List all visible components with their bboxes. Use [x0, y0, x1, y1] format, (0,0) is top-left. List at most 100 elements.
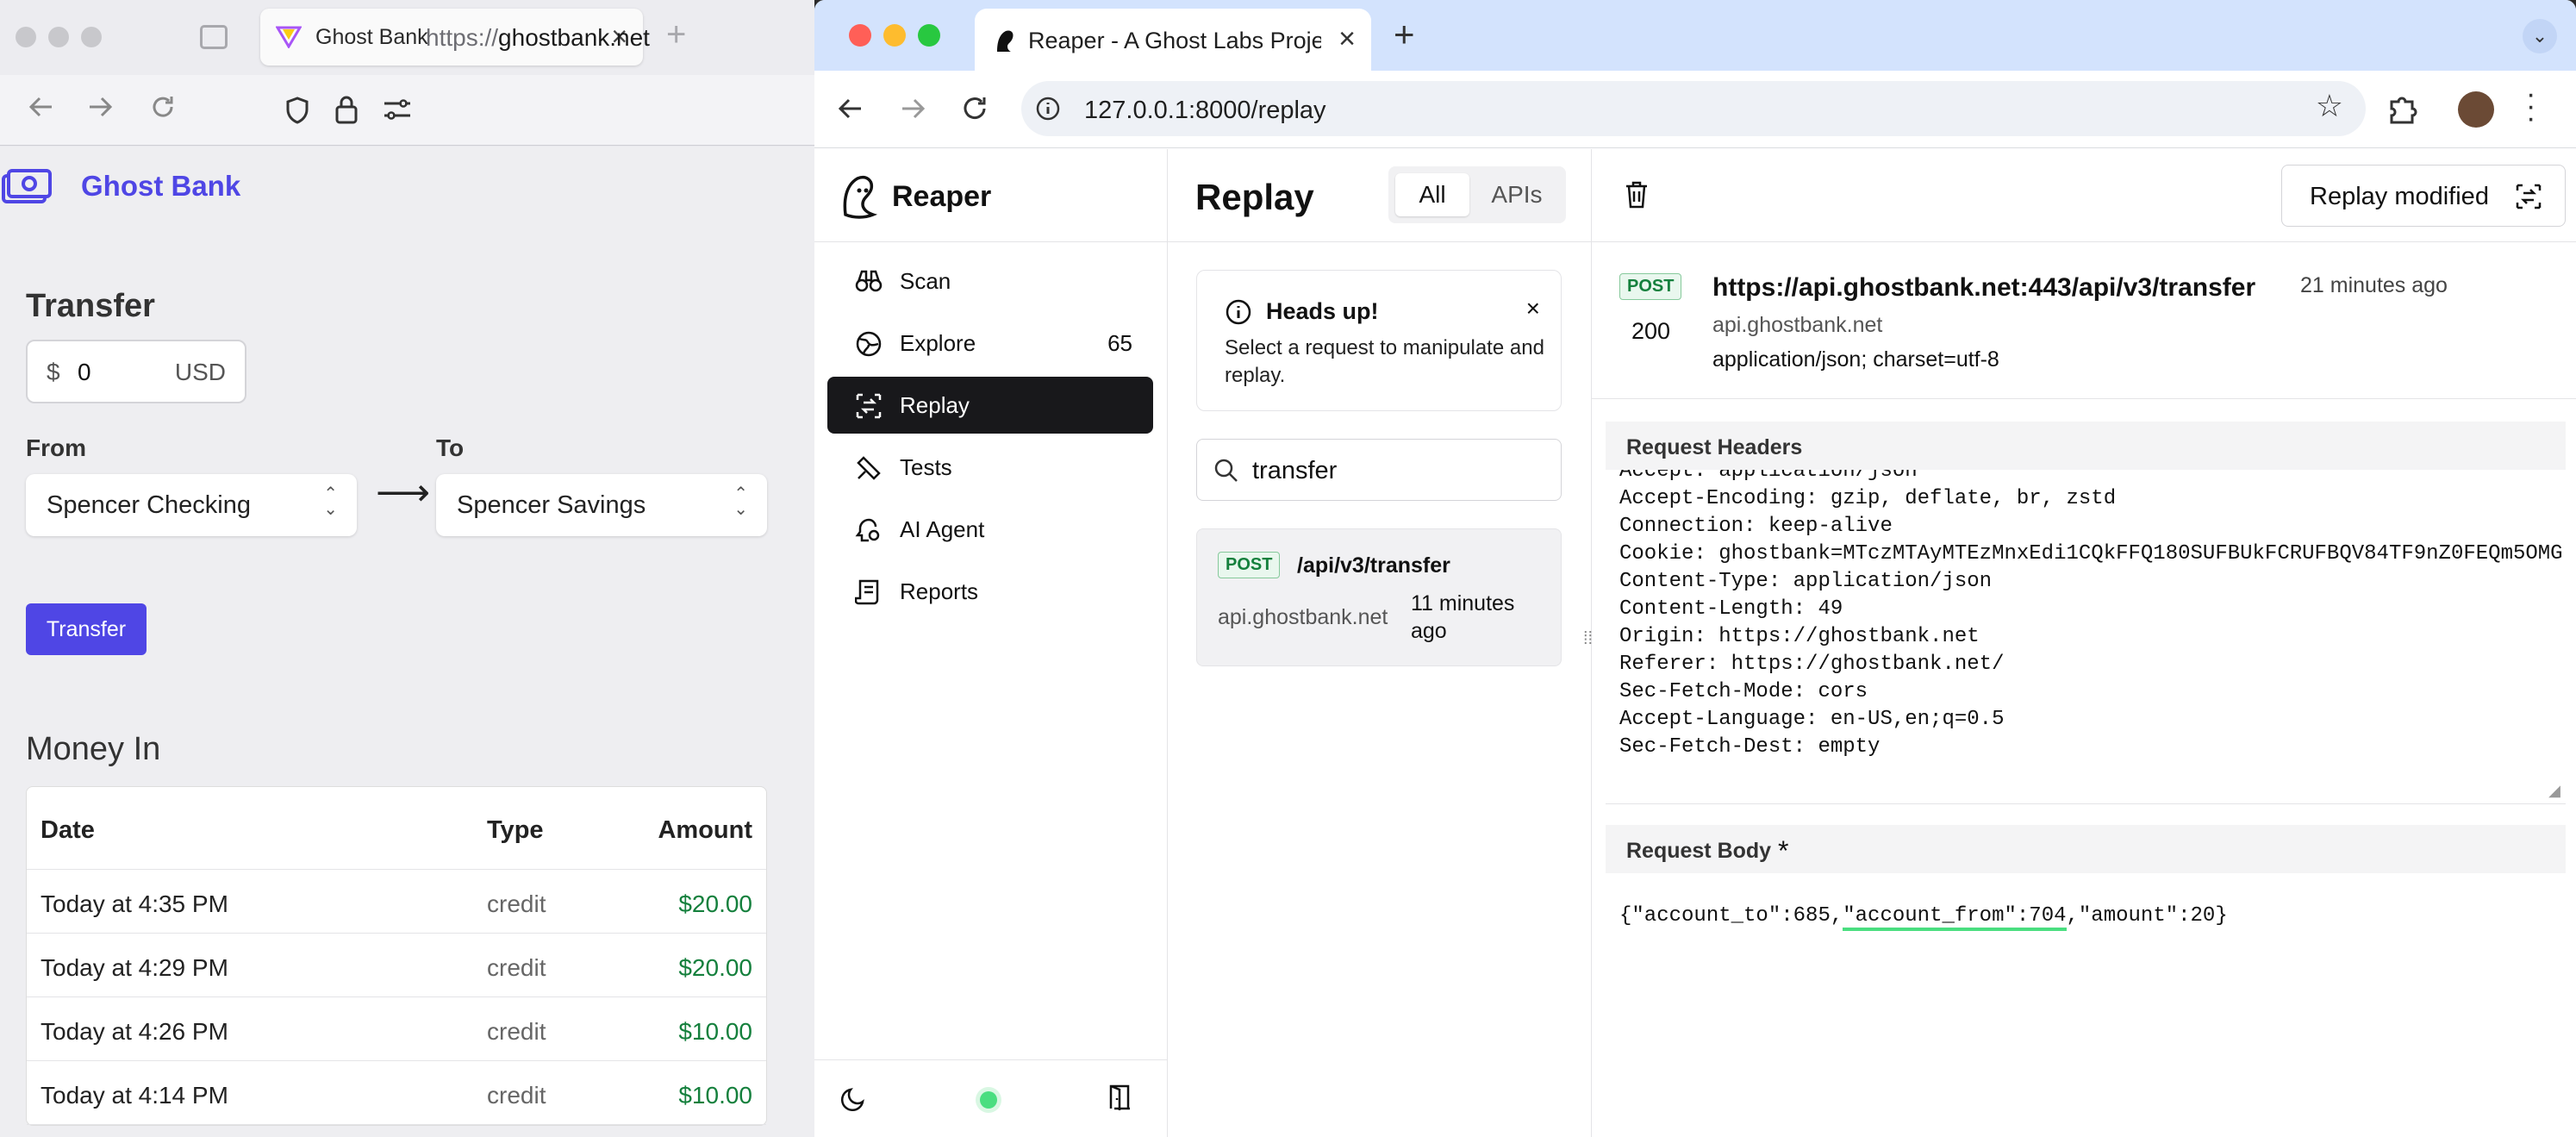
lock-icon[interactable]: [334, 94, 359, 125]
from-account-select[interactable]: Spencer Checking ⌃ ⌄: [26, 474, 357, 536]
request-path: /api/v3/transfer: [1297, 553, 1450, 578]
reload-icon[interactable]: [148, 92, 178, 122]
site-permissions-icon[interactable]: [383, 97, 412, 122]
info-icon: [1226, 299, 1251, 325]
request-headers-title: Request Headers: [1626, 435, 1803, 459]
tracking-shield-icon[interactable]: [284, 96, 310, 125]
to-label: To: [436, 434, 465, 461]
site-info-icon[interactable]: [1035, 96, 1061, 122]
table-row: Today at 4:14 PM credit $10.00: [27, 1061, 766, 1125]
request-list-item[interactable]: POST /api/v3/transfer api.ghostbank.net …: [1196, 528, 1562, 666]
row-type: credit: [487, 954, 546, 981]
left-url-field[interactable]: https://ghostbank.net: [426, 24, 650, 52]
forward-arrow-icon[interactable]: [86, 92, 115, 122]
tab-close-icon[interactable]: ×: [1338, 22, 1356, 56]
ai-agent-icon: [855, 518, 880, 542]
tab-reaper[interactable]: Reaper - A Ghost Labs Project ×: [975, 9, 1371, 71]
explore-count-badge: 65: [1107, 330, 1132, 356]
bookmark-star-icon[interactable]: ☆: [2316, 88, 2343, 124]
logout-door-icon[interactable]: [1106, 1083, 1133, 1112]
sidebar-item-reports[interactable]: Reports: [827, 563, 1153, 620]
filter-all-button[interactable]: All: [1395, 173, 1469, 216]
sidebar-item-ai-agent[interactable]: AI Agent: [827, 501, 1153, 558]
right-url-field[interactable]: 127.0.0.1:8000/replay ☆: [1021, 81, 2366, 136]
tests-icon: [857, 456, 881, 480]
alert-close-icon[interactable]: ×: [1526, 295, 1540, 322]
replay-header: Replay All APIs: [1168, 149, 1592, 242]
reload-icon[interactable]: [959, 93, 990, 124]
request-headers-header: Request Headers: [1606, 422, 2566, 470]
window-close-dot[interactable]: [16, 27, 36, 47]
row-type: credit: [487, 1018, 546, 1045]
select-chevron-icon: ⌃ ⌄: [733, 484, 748, 519]
dark-mode-moon-icon[interactable]: [840, 1084, 868, 1112]
row-amount: $10.00: [678, 1018, 752, 1045]
request-body-code: {"account_to":685,"account_from":704,"am…: [1619, 904, 2228, 931]
page-title: Replay: [1195, 177, 1314, 217]
forward-arrow-icon[interactable]: [897, 93, 928, 124]
sidebar-item-tests[interactable]: Tests: [827, 439, 1153, 496]
request-search-input[interactable]: transfer: [1196, 439, 1562, 501]
amount-value: 0: [78, 359, 91, 385]
reaper-brand[interactable]: Reaper: [892, 180, 991, 214]
row-date: Today at 4:29 PM: [41, 954, 228, 981]
new-tab-button[interactable]: +: [1394, 14, 1415, 55]
new-tab-button[interactable]: +: [666, 16, 686, 54]
to-account-value: Spencer Savings: [457, 491, 646, 519]
browser-menu-icon[interactable]: · · ·: [2526, 79, 2535, 133]
sidebar-item-replay[interactable]: Replay: [827, 377, 1153, 434]
window-minimize-dot[interactable]: [883, 24, 906, 47]
transfer-button[interactable]: Transfer: [26, 603, 147, 655]
amount-input[interactable]: $ 0 USD: [26, 340, 246, 403]
reaper-browser-window: Reaper - A Ghost Labs Project × + ⌄ 127.…: [814, 0, 2576, 1137]
profile-avatar[interactable]: [2458, 91, 2494, 128]
tab-title: Ghost Bank: [315, 25, 428, 49]
tab-overview-icon[interactable]: [200, 25, 228, 49]
window-zoom-dot[interactable]: [918, 24, 940, 47]
money-in-heading: Money In: [26, 731, 161, 767]
window-minimize-dot[interactable]: [48, 27, 69, 47]
table-row: Today at 4:26 PM credit $10.00: [27, 997, 766, 1061]
sidebar-item-label: Tests: [900, 454, 952, 480]
filter-apis-button[interactable]: APIs: [1475, 173, 1559, 216]
url-scheme: https://: [426, 24, 499, 51]
back-arrow-icon[interactable]: [835, 93, 866, 124]
to-account-select[interactable]: Spencer Savings ⌃ ⌄: [436, 474, 767, 536]
extensions-puzzle-icon[interactable]: [2385, 91, 2419, 126]
filter-segmented-control: All APIs: [1388, 166, 1566, 223]
col-type-header: Type: [487, 816, 544, 844]
trash-icon[interactable]: [1623, 180, 1650, 209]
table-row: Today at 4:29 PM credit $20.00: [27, 934, 766, 997]
modified-indicator: *: [1778, 835, 1789, 866]
sidebar-item-scan[interactable]: Scan: [827, 253, 1153, 309]
table-header-row: Date Type Amount: [27, 787, 766, 870]
from-account-value: Spencer Checking: [47, 491, 251, 519]
ghost-bank-browser-window: Ghost Bank × + https://ghostbank.net Gho…: [0, 0, 814, 1137]
select-chevron-icon: ⌃ ⌄: [323, 484, 338, 519]
sidebar-item-explore[interactable]: Explore 65: [827, 315, 1153, 372]
binoculars-icon: [855, 270, 883, 292]
table-row: Today at 4:35 PM credit $20.00: [27, 870, 766, 934]
transfer-direction-arrow-icon: ⟶: [376, 472, 431, 514]
replay-modified-button[interactable]: Replay modified: [2281, 165, 2566, 227]
textarea-resize-handle-icon[interactable]: ◢: [2548, 782, 2560, 800]
request-body-editor[interactable]: {"account_to":685,"account_from":704,"am…: [1606, 890, 2566, 1137]
back-arrow-icon[interactable]: [26, 92, 55, 122]
reports-icon: [855, 579, 879, 605]
request-host: api.ghostbank.net: [1218, 605, 1388, 629]
sidebar-item-label: Reports: [900, 578, 979, 604]
response-status-code: 200: [1631, 318, 1671, 344]
window-zoom-dot[interactable]: [81, 27, 102, 47]
header-line: Sec-Fetch-Dest: empty: [1619, 735, 1881, 759]
reaper-ghost-logo-icon: [843, 176, 878, 219]
sidebar-footer: [814, 1059, 1168, 1137]
ghost-bank-brand[interactable]: Ghost Bank: [81, 170, 240, 203]
body-segment-highlighted: "account_from":704: [1843, 904, 2067, 931]
window-close-dot[interactable]: [849, 24, 871, 47]
connection-status-dot: [980, 1091, 997, 1109]
request-headers-editor[interactable]: Accept: application/json Accept-Encoding…: [1606, 470, 2566, 804]
right-nav-bar: 127.0.0.1:8000/replay ☆ · · ·: [814, 71, 2576, 148]
tab-search-chevron-icon[interactable]: ⌄: [2523, 19, 2557, 53]
method-badge: POST: [1218, 552, 1281, 578]
method-badge: POST: [1619, 273, 1682, 300]
